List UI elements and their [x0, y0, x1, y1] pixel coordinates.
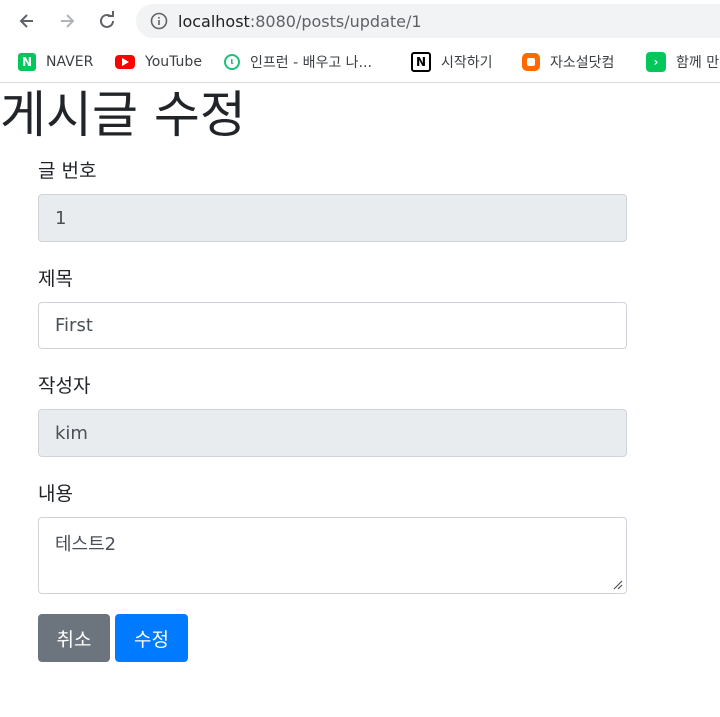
youtube-icon [115, 55, 135, 69]
reload-button[interactable] [94, 8, 120, 34]
green-arrow-icon: › [646, 52, 666, 72]
content-label: 내용 [38, 483, 73, 505]
resize-handle-icon[interactable] [613, 580, 623, 590]
url-path: :8080/posts/update/1 [249, 11, 422, 31]
forward-button[interactable] [54, 8, 80, 34]
bookmark-label: 시작하기 [441, 55, 493, 71]
bookmark-naver[interactable]: N NAVER [18, 48, 93, 76]
address-bar[interactable]: localhost:8080/posts/update/1 [136, 4, 720, 38]
inflearn-icon: ι [224, 54, 240, 70]
reload-icon [100, 11, 114, 28]
back-button[interactable] [14, 8, 40, 34]
id-field[interactable]: 1 [38, 194, 627, 242]
browser-toolbar: localhost:8080/posts/update/1 [0, 0, 720, 42]
content-textarea[interactable]: 테스트2 [38, 517, 627, 594]
bookmark-youtube[interactable]: YouTube [115, 48, 202, 76]
bookmark-label: 함께 만 [676, 55, 720, 71]
content-text: 테스트2 [55, 534, 117, 555]
site-info-icon[interactable] [150, 12, 168, 30]
bookmark-jasoseol[interactable]: 자소설닷컴 [522, 48, 614, 76]
page-title: 게시글 수정 [0, 86, 246, 144]
url-host: localhost [178, 11, 250, 31]
submit-button[interactable]: 수정 [115, 614, 188, 662]
back-arrow-icon [19, 14, 33, 28]
title-input[interactable]: First [38, 302, 627, 349]
bookmark-label: 자소설닷컴 [550, 55, 615, 71]
url-text: localhost:8080/posts/update/1 [178, 12, 422, 31]
bookmark-inflearn[interactable]: ι 인프런 - 배우고 나... [224, 48, 372, 76]
jasoseol-icon [522, 53, 540, 71]
bookmarks-bar: N NAVER YouTube ι 인프런 - 배우고 나... N 시작하기 … [0, 42, 720, 83]
bookmark-label: NAVER [46, 54, 94, 70]
id-label: 글 번호 [38, 160, 97, 182]
naver-icon: N [18, 53, 36, 71]
bookmark-label: 인프런 - 배우고 나... [250, 55, 372, 71]
title-label: 제목 [38, 268, 73, 290]
notion-icon: N [411, 52, 431, 72]
bookmark-extra[interactable]: › 함께 만 [646, 48, 719, 76]
bookmark-label: YouTube [145, 54, 202, 70]
bookmark-notion[interactable]: N 시작하기 [411, 48, 493, 76]
forward-arrow-icon [61, 14, 75, 28]
author-label: 작성자 [38, 375, 91, 397]
author-field[interactable]: kim [38, 409, 627, 457]
cancel-button[interactable]: 취소 [38, 614, 110, 662]
